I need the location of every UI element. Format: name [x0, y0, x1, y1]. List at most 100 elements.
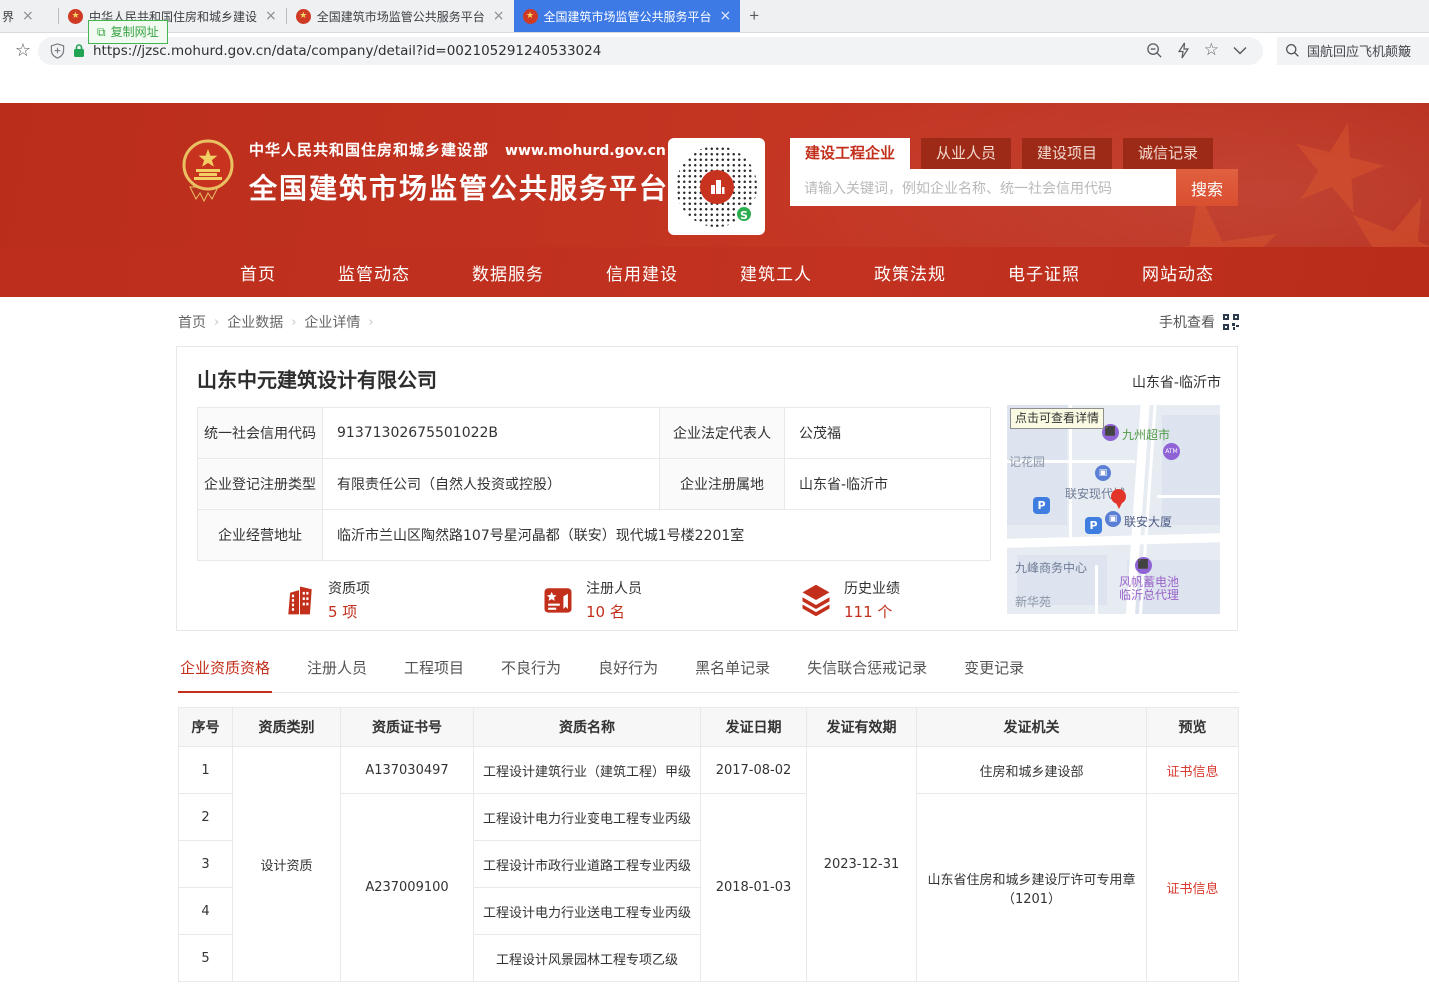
breadcrumb-home[interactable]: 首页: [178, 312, 206, 332]
qualification-table: 序号 资质类别 资质证书号 资质名称 发证日期 发证有效期 发证机关 预览 1 …: [178, 707, 1239, 982]
map-marker-atm-icon: ATM: [1163, 443, 1180, 460]
nav-item-workers[interactable]: 建筑工人: [740, 260, 812, 285]
layers-icon: [798, 582, 834, 618]
col-header-authority: 发证机关: [917, 708, 1147, 747]
building-icon: [282, 582, 318, 618]
qr-code-icon[interactable]: [1223, 314, 1239, 330]
mobile-view-label: 手机查看: [1159, 312, 1215, 332]
map-label: 临沂总代理: [1119, 589, 1179, 603]
chevron-down-icon[interactable]: [1233, 46, 1247, 55]
nav-item-site-news[interactable]: 网站动态: [1142, 260, 1214, 285]
issue-date-cell: 2018-01-03: [701, 794, 807, 982]
site-header: 中华人民共和国住房和城乡建设部www.mohurd.gov.cn 全国建筑市场监…: [0, 103, 1429, 247]
tab-title: 全国建筑市场监管公共服务平台: [544, 8, 712, 25]
col-header-validity: 发证有效期: [807, 708, 917, 747]
hot-search-box[interactable]: 国航回应飞机颠簸: [1277, 37, 1429, 65]
main-navigation: 首页 监管动态 数据服务 信用建设 建筑工人 政策法规 电子证照 网站动态: [0, 247, 1429, 297]
table-header-row: 序号 资质类别 资质证书号 资质名称 发证日期 发证有效期 发证机关 预览: [179, 708, 1239, 747]
site-brand: 中华人民共和国住房和城乡建设部www.mohurd.gov.cn 全国建筑市场监…: [182, 139, 669, 207]
seq-cell: 4: [179, 888, 233, 935]
search-tab-credit[interactable]: 诚信记录: [1123, 138, 1213, 169]
flash-icon[interactable]: [1177, 42, 1190, 59]
nav-item-supervision[interactable]: 监管动态: [338, 260, 410, 285]
stat-value: 5 项: [328, 601, 370, 622]
zoom-out-icon[interactable]: [1146, 42, 1163, 59]
copy-icon: ⧉: [97, 26, 106, 38]
map-label: 九峰商务中心: [1015, 559, 1087, 576]
tab-projects[interactable]: 工程项目: [402, 657, 466, 692]
qr-center-logo-icon: [700, 170, 734, 204]
info-label: 企业注册属地: [660, 459, 785, 510]
search-tab-enterprise[interactable]: 建设工程企业: [790, 138, 910, 169]
new-tab-button[interactable]: +: [740, 6, 768, 26]
breadcrumb-company-data[interactable]: 企业数据: [227, 312, 283, 332]
tab-blacklist[interactable]: 黑名单记录: [693, 657, 772, 692]
keyword-search-input[interactable]: [790, 169, 1176, 206]
tab-close-icon[interactable]: ×: [493, 8, 505, 24]
browser-tab-active[interactable]: ★ 全国建筑市场监管公共服务平台 ×: [514, 0, 741, 32]
info-label: 企业登记注册类型: [198, 459, 323, 510]
search-tab-personnel[interactable]: 从业人员: [921, 138, 1011, 169]
nav-item-elicense[interactable]: 电子证照: [1008, 260, 1080, 285]
cert-no-cell: A137030497: [341, 747, 474, 794]
tab-title: 界: [2, 8, 14, 25]
legal-person-value: 公茂福: [785, 408, 991, 459]
map-marker-store-icon: ⬛: [1135, 557, 1152, 574]
col-header-name: 资质名称: [474, 708, 701, 747]
browser-tab-1[interactable]: 界 ×: [0, 0, 58, 32]
info-label: 统一社会信用代码: [198, 408, 323, 459]
map-label: 联安大厦: [1124, 513, 1172, 530]
stat-label: 注册人员: [586, 578, 642, 598]
favorite-star-icon[interactable]: ☆: [1204, 42, 1219, 59]
tab-title: 全国建筑市场监管公共服务平台: [317, 8, 485, 25]
registration-type-value: 有限责任公司（自然人投资或控股）: [323, 459, 660, 510]
search-button[interactable]: 搜索: [1176, 169, 1238, 206]
mobile-view-control[interactable]: 手机查看: [1159, 312, 1239, 332]
business-address-value: 临沂市兰山区陶然路107号星河晶都（联安）现代城1号楼2201室: [323, 510, 991, 561]
stat-qualifications[interactable]: 资质项 5 项: [282, 578, 540, 622]
star-decoration-icon: [1279, 111, 1394, 226]
col-header-seq: 序号: [179, 708, 233, 747]
address-bar[interactable]: https://jzsc.mohurd.gov.cn/data/company/…: [38, 37, 1263, 65]
nav-item-home[interactable]: 首页: [240, 260, 276, 285]
map-marker-supermarket-icon: ⬛: [1102, 424, 1119, 441]
category-cell: 设计资质: [233, 747, 341, 982]
company-info-table: 统一社会信用代码 91371302675501022B 企业法定代表人 公茂福 …: [197, 407, 991, 561]
tab-dishonesty-records[interactable]: 失信联合惩戒记录: [805, 657, 929, 692]
nav-item-credit[interactable]: 信用建设: [606, 260, 678, 285]
tab-registered-personnel[interactable]: 注册人员: [305, 657, 369, 692]
table-row: 1 设计资质 A137030497 工程设计建筑行业（建筑工程）甲级 2017-…: [179, 747, 1239, 794]
copy-url-tooltip: ⧉ 复制网址: [88, 20, 168, 44]
seq-cell: 3: [179, 841, 233, 888]
search-icon: [1285, 43, 1300, 58]
lock-icon: [73, 43, 85, 58]
tab-qualifications[interactable]: 企业资质资格: [178, 657, 272, 693]
browser-tab-3[interactable]: ★ 全国建筑市场监管公共服务平台 ×: [287, 0, 514, 32]
map-road: [1157, 495, 1220, 498]
map-road: [1095, 565, 1098, 614]
tab-close-icon[interactable]: ×: [265, 8, 277, 24]
search-tab-project[interactable]: 建设项目: [1022, 138, 1112, 169]
bookmark-star-icon[interactable]: ☆: [8, 40, 38, 61]
map-label: 新华苑: [1015, 593, 1051, 610]
col-header-category: 资质类别: [233, 708, 341, 747]
certificate-info-link[interactable]: 证书信息: [1166, 765, 1218, 780]
company-region: 山东省-临沂市: [1132, 372, 1221, 392]
shield-icon[interactable]: [50, 43, 65, 59]
location-map[interactable]: 点击可查看详情 ⬛ 九州超市 ATM 记花园 ▣ 联安现代城 ▣ 联安大厦 P …: [1007, 405, 1220, 614]
tab-close-icon[interactable]: ×: [22, 8, 34, 24]
stat-value: 10 名: [586, 601, 642, 622]
breadcrumb-company-detail[interactable]: 企业详情: [304, 312, 360, 332]
tab-close-icon[interactable]: ×: [720, 8, 732, 24]
stat-registered-personnel[interactable]: 注册人员 10 名: [540, 578, 798, 622]
issue-date-cell: 2017-08-02: [701, 747, 807, 794]
tab-good-behavior[interactable]: 良好行为: [596, 657, 660, 692]
nav-item-data-service[interactable]: 数据服务: [472, 260, 544, 285]
tab-bad-behavior[interactable]: 不良行为: [499, 657, 563, 692]
stat-value: 111 个: [844, 601, 900, 622]
platform-title: 全国建筑市场监管公共服务平台: [249, 167, 669, 207]
header-search-module: 建设工程企业 从业人员 建设项目 诚信记录 搜索: [790, 138, 1238, 206]
tab-change-records[interactable]: 变更记录: [962, 657, 1026, 692]
certificate-info-link[interactable]: 证书信息: [1166, 882, 1218, 897]
nav-item-policy[interactable]: 政策法规: [874, 260, 946, 285]
